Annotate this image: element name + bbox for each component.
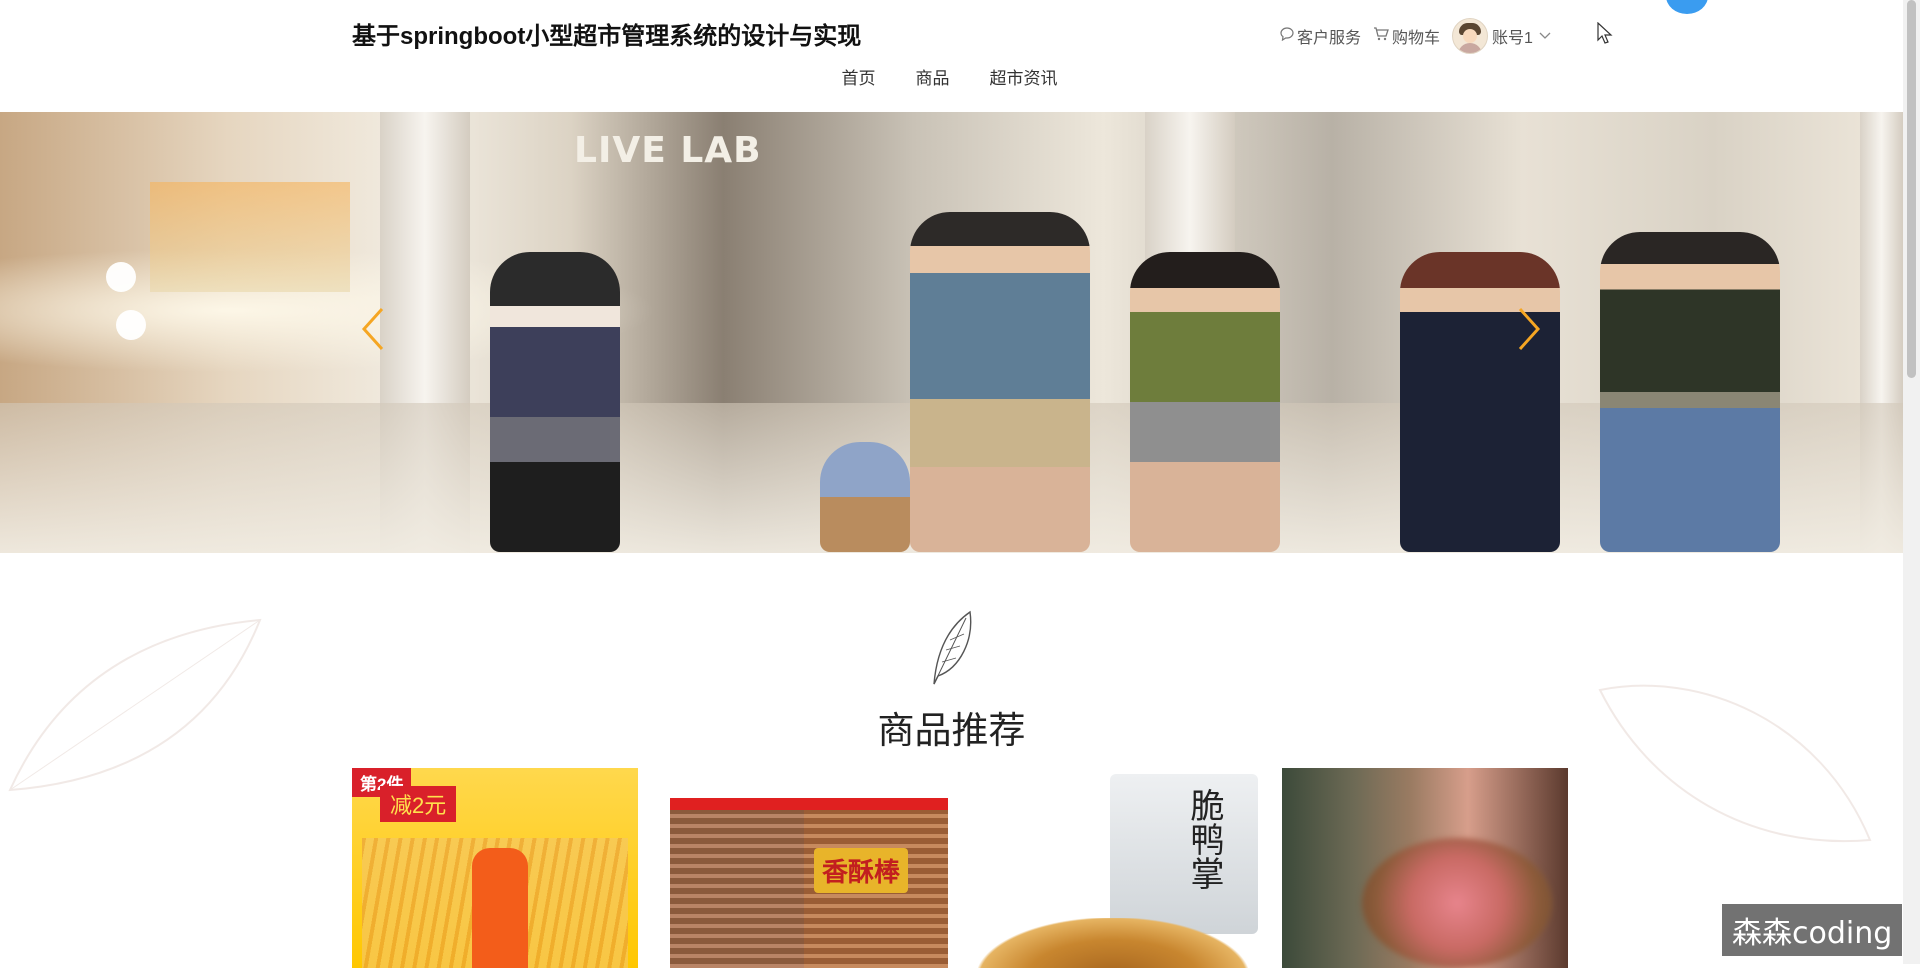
account-label: 账号1 xyxy=(1492,30,1533,47)
page-scrollbar[interactable] xyxy=(1903,0,1920,964)
chevron-down-icon xyxy=(1539,27,1554,45)
nav-item-products[interactable]: 商品 xyxy=(916,64,950,89)
watermark: 森森coding xyxy=(1722,904,1903,956)
section-title: 商品推荐 xyxy=(877,710,1026,751)
cart-icon xyxy=(1373,26,1392,46)
carousel-indicator[interactable] xyxy=(116,310,146,340)
chat-icon xyxy=(1280,26,1297,46)
product-label: 脆鸭掌 xyxy=(1185,788,1223,890)
product-label: 香酥棒 xyxy=(814,848,909,893)
scrollbar-thumb[interactable] xyxy=(1907,0,1916,378)
product-card[interactable]: 脆鸭掌 xyxy=(972,768,1258,968)
product-card[interactable] xyxy=(1282,768,1568,968)
background-leaf-icon xyxy=(1580,660,1880,865)
main-nav: 首页 商品 超市资讯 xyxy=(0,64,1903,89)
cart-label: 购物车 xyxy=(1392,30,1441,47)
promo-discount: 减2元 xyxy=(380,786,457,822)
banner-sign: LIVE LAB xyxy=(574,130,762,171)
leaf-icon xyxy=(930,610,974,691)
carousel-next-arrow-icon[interactable] xyxy=(1516,307,1542,356)
product-card[interactable]: 香酥棒 xyxy=(662,768,948,968)
account-menu[interactable]: 账号1 xyxy=(1452,18,1554,54)
customer-service-label: 客户服务 xyxy=(1297,30,1362,47)
top-links: 客户服务 购物车 账号1 xyxy=(1280,18,1566,54)
avatar xyxy=(1452,18,1489,54)
site-title: 基于springboot小型超市管理系统的设计与实现 xyxy=(352,23,862,50)
hero-carousel[interactable]: LIVE LAB xyxy=(0,112,1903,553)
cart-link[interactable]: 购物车 xyxy=(1373,24,1440,48)
customer-service-link[interactable]: 客户服务 xyxy=(1280,24,1361,48)
carousel-indicator[interactable] xyxy=(106,262,136,292)
mouse-cursor-icon xyxy=(1597,21,1613,49)
product-card[interactable]: 第2件 减2元 xyxy=(352,768,638,968)
nav-item-home[interactable]: 首页 xyxy=(842,64,876,89)
floating-bubble xyxy=(1666,0,1708,14)
nav-item-news[interactable]: 超市资讯 xyxy=(990,64,1058,89)
carousel-prev-arrow-icon[interactable] xyxy=(360,307,386,356)
product-list: 第2件 减2元 香酥棒 脆鸭掌 xyxy=(352,768,1592,968)
